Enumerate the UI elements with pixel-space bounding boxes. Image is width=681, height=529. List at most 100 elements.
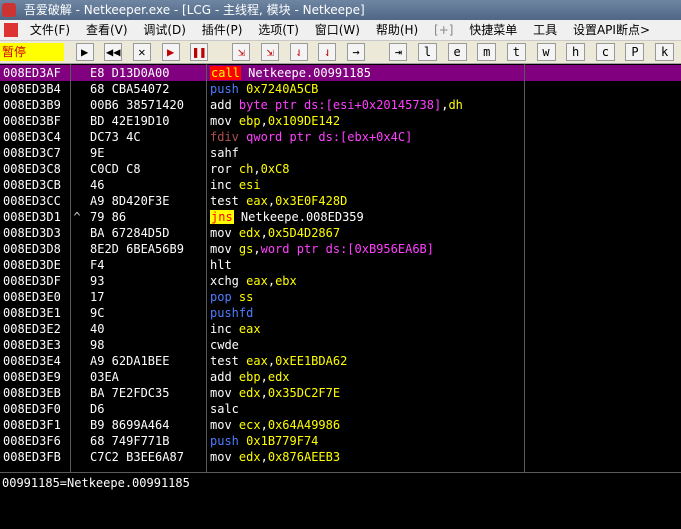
open-button[interactable]: ▶ — [75, 43, 94, 61]
comment-cell — [524, 193, 681, 209]
menu-plugins[interactable]: 插件(P) — [196, 20, 249, 40]
address-cell: 008ED3E2 — [3, 322, 61, 336]
restart-button[interactable]: ◀◀ — [104, 43, 123, 61]
menu-set-api-breakpoint[interactable]: 设置API断点> — [567, 20, 656, 40]
address-cell: 008ED3DF — [3, 274, 61, 288]
mnemonic: pushfd — [210, 306, 254, 320]
address-cell: 008ED3F6 — [3, 434, 61, 448]
disassembly-cell: salc — [206, 401, 526, 417]
menu-debug[interactable]: 调试(D) — [137, 20, 192, 40]
disassembly-pane[interactable]: 008ED3AF E8 D13D0A00 call Netkeepe.0099118… — [0, 64, 681, 472]
disasm-row[interactable]: 008ED3D1 ^ 79 86 jns Netkeepe.008ED359 — [0, 209, 681, 225]
address-cell: 008ED3F1 — [3, 418, 61, 432]
pause-button[interactable]: ❚❚ — [190, 43, 209, 61]
comment-cell — [524, 401, 681, 417]
disasm-row[interactable]: 008ED3DE F4 hlt — [0, 257, 681, 273]
mnemonic: test — [210, 194, 239, 208]
modules-button[interactable]: e — [447, 43, 467, 61]
disasm-row[interactable]: 008ED3F1 B9 8699A464 mov ecx,0x64A49986 — [0, 417, 681, 433]
step-into-button[interactable]: ⇲ — [232, 43, 251, 61]
menu-shortcuts[interactable]: 快捷菜单 — [463, 20, 523, 40]
disasm-row[interactable]: 008ED3C7 9E sahf — [0, 145, 681, 161]
disasm-row[interactable]: 008ED3B9 00B6 38571420 add byte ptr ds:[es… — [0, 97, 681, 113]
log-window-button[interactable]: l — [417, 43, 437, 61]
disasm-row[interactable]: 008ED3CB 46 inc esi — [0, 177, 681, 193]
menu-plus[interactable]: [+] — [428, 20, 459, 40]
windows-button[interactable]: w — [536, 43, 556, 61]
disasm-row[interactable]: 008ED3DF 93 xchg eax,ebx — [0, 273, 681, 289]
close-button[interactable]: ✕ — [132, 43, 151, 61]
disasm-row[interactable]: 008ED3B4 68 CBA54072 push 0x7240A5CB — [0, 81, 681, 97]
operand: eax — [246, 274, 268, 288]
disasm-row[interactable]: 008ED3C8 C0CD C8 ror ch,0xC8 — [0, 161, 681, 177]
disasm-row[interactable]: 008ED3E9 03EA add ebp,edx — [0, 369, 681, 385]
trace-over-button[interactable]: ⇃ — [318, 43, 337, 61]
disassembly-cell: fdiv qword ptr ds:[ebx+0x4C] — [206, 129, 526, 145]
step-over-button[interactable]: ⇲ — [261, 43, 280, 61]
operand: , — [260, 386, 268, 400]
disasm-row[interactable]: 008ED3EB BA 7E2FDC35 mov edx,0x35DC2F7E — [0, 385, 681, 401]
disassembly-cell: add ebp,edx — [206, 369, 526, 385]
menu-view[interactable]: 查看(V) — [80, 20, 134, 40]
operand: ebp — [238, 370, 261, 384]
menu-window[interactable]: 窗口(W) — [309, 20, 366, 40]
system-menu-icon[interactable] — [4, 22, 18, 37]
disassembly-cell: xchg eax,ebx — [206, 273, 526, 289]
hex-dump-cell: BA 67284D5D — [90, 226, 170, 240]
hex-dump-cell: 93 — [90, 274, 105, 288]
jump-marker — [70, 81, 84, 97]
handles-button[interactable]: h — [566, 43, 586, 61]
disasm-row[interactable]: 008ED3E2 40 inc eax — [0, 321, 681, 337]
hex-dump-cell: 00B6 38571420 — [90, 98, 184, 112]
disasm-row[interactable]: 008ED3E3 98 cwde — [0, 337, 681, 353]
mnemonic: hlt — [210, 258, 232, 272]
hex-dump-cell: A9 62DA1BEE — [90, 354, 170, 368]
disasm-row[interactable]: 008ED3F6 68 749F771B push 0x1B779F74 — [0, 433, 681, 449]
mnemonic: jns — [210, 210, 234, 224]
window-titlebar[interactable]: 吾爱破解 - Netkeeper.exe - [LCG - 主线程, 模块 - … — [0, 0, 681, 20]
menu-options[interactable]: 选项(T) — [252, 20, 305, 40]
address-cell: 008ED3EB — [3, 386, 61, 400]
disasm-row[interactable]: 008ED3C4 DC73 4C fdiv qword ptr ds:[ebx+0x… — [0, 129, 681, 145]
jump-marker — [70, 337, 84, 353]
disasm-row[interactable]: 008ED3F0 D6 salc — [0, 401, 681, 417]
disassembly-cell: hlt — [206, 257, 526, 273]
operand: 0x35DC2F7E — [267, 386, 341, 400]
address-cell: 008ED3BF — [3, 114, 61, 128]
hex-dump-cell: C0CD C8 — [90, 162, 141, 176]
disasm-row[interactable]: 008ED3D3 BA 67284D5D mov edx,0x5D4D2867 — [0, 225, 681, 241]
disasm-row[interactable]: 008ED3D8 8E2D 6BEA56B9 mov gs,word ptr ds:… — [0, 241, 681, 257]
mnemonic: push — [210, 434, 239, 448]
operand: , — [253, 242, 261, 256]
execute-till-return-button[interactable]: → — [347, 43, 366, 61]
jump-marker — [70, 97, 84, 113]
jump-marker — [70, 401, 84, 417]
menu-tools[interactable]: 工具 — [527, 20, 563, 40]
trace-into-button[interactable]: ⇃ — [289, 43, 308, 61]
jump-marker — [70, 129, 84, 145]
call-stack-button[interactable]: k — [655, 43, 675, 61]
memory-button[interactable]: m — [477, 43, 497, 61]
comment-cell — [524, 289, 681, 305]
hex-dump-cell: A9 8D420F3E — [90, 194, 170, 208]
disasm-row[interactable]: 008ED3E1 9C pushfd — [0, 305, 681, 321]
disasm-row[interactable]: 008ED3BF BD 42E19D10 mov ebp,0x109DE142 — [0, 113, 681, 129]
lower-pane[interactable] — [0, 492, 681, 529]
address-cell: 008ED3DE — [3, 258, 61, 272]
disassembly-cell: inc eax — [206, 321, 526, 337]
jump-marker — [70, 305, 84, 321]
disasm-row[interactable]: 008ED3FB C7C2 B3EE6A87 mov edx,0x876AEEB3 — [0, 449, 681, 465]
disasm-row[interactable]: 008ED3AF E8 D13D0A00 call Netkeepe.0099118… — [0, 65, 681, 81]
disasm-row[interactable]: 008ED3E4 A9 62DA1BEE test eax,0xEE1BDA62 — [0, 353, 681, 369]
menu-file[interactable]: 文件(F) — [24, 20, 76, 40]
disassembly-cell: jns Netkeepe.008ED359 — [206, 209, 526, 225]
goto-button[interactable]: ⇥ — [389, 43, 408, 61]
run-button[interactable]: ▶ — [161, 43, 180, 61]
disasm-row[interactable]: 008ED3CC A9 8D420F3E test eax,0x3E0F428D — [0, 193, 681, 209]
threads-button[interactable]: t — [506, 43, 526, 61]
patches-button[interactable]: P — [625, 43, 645, 61]
disasm-row[interactable]: 008ED3E0 17 pop ss — [0, 289, 681, 305]
cpu-button[interactable]: c — [595, 43, 615, 61]
mnemonic: test — [210, 354, 239, 368]
menu-help[interactable]: 帮助(H) — [370, 20, 424, 40]
